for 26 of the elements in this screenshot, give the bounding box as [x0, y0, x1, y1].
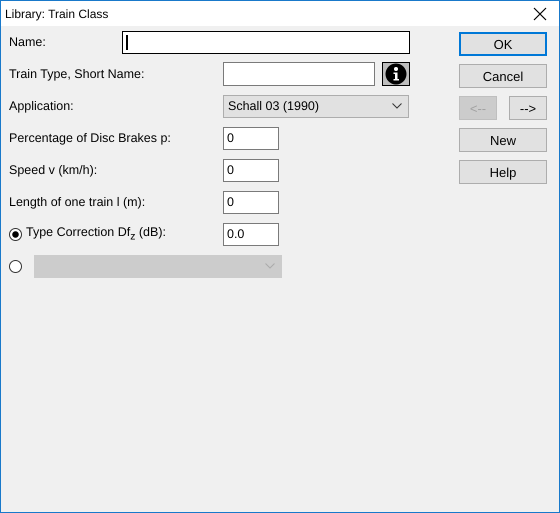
field-label: Percentage of Disc Brakes p:: [9, 131, 172, 145]
window-title: Library: Train Class: [5, 6, 108, 20]
number-field[interactable]: 0.0: [223, 222, 279, 246]
chevron-icon: [392, 103, 402, 109]
field-label: Speed v (km/h):: [9, 163, 98, 177]
field-label: Length of one train l (m):: [9, 195, 146, 209]
field-label: Type Correction Df$_{z}$ (dB):: [26, 225, 166, 243]
radio-button[interactable]: [9, 228, 22, 240]
next-button[interactable]: -->: [509, 96, 547, 120]
field-label: Name:: [9, 35, 47, 49]
close-icon[interactable]: [533, 6, 547, 20]
info-button[interactable]: [382, 62, 410, 86]
application-dropdown[interactable]: Schall 03 (1990): [223, 94, 409, 118]
new-button[interactable]: New: [459, 128, 547, 152]
cancel-button[interactable]: Cancel: [459, 64, 547, 88]
number-field[interactable]: 0: [223, 126, 279, 150]
number-field[interactable]: 0: [223, 190, 279, 214]
short-name-field[interactable]: [223, 62, 375, 86]
info-icon: [385, 63, 407, 85]
number-field[interactable]: 0: [223, 158, 279, 182]
field-label: Train Type, Short Name:: [9, 67, 146, 81]
help-button[interactable]: Help: [459, 160, 547, 184]
ok-button[interactable]: OK: [459, 32, 547, 56]
name-field[interactable]: [122, 30, 410, 54]
field-label: Application:: [9, 99, 75, 113]
chevron-icon: [265, 263, 275, 269]
